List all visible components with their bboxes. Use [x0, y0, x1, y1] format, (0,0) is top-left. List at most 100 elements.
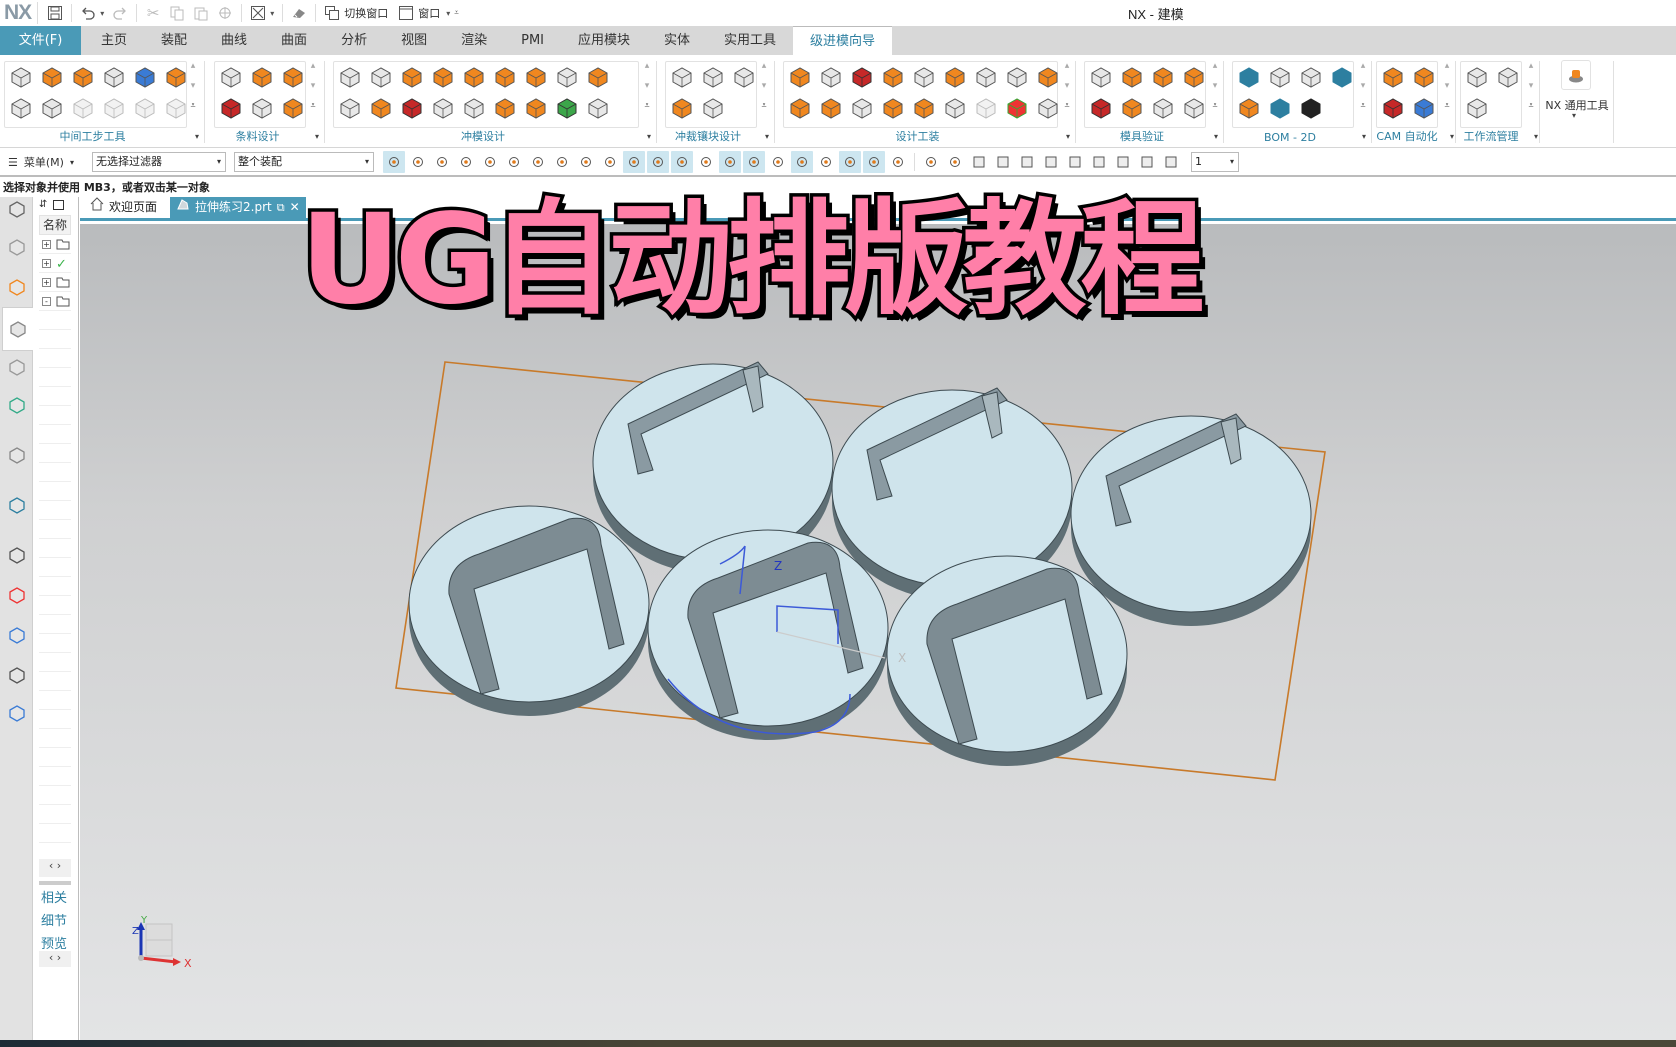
ribbon-group-nx-common-tools[interactable]: NX 通用工具 ▾ — [1540, 55, 1614, 148]
tab-file[interactable]: 文件(F) — [0, 26, 81, 55]
ribbon-command-icon[interactable] — [399, 95, 425, 121]
view-tool-button[interactable] — [1064, 151, 1086, 173]
ribbon-command-icon[interactable] — [700, 95, 726, 121]
reuse-library-icon[interactable] — [5, 355, 29, 379]
ribbon-command-icon[interactable] — [163, 95, 189, 121]
ribbon-command-icon[interactable] — [1236, 64, 1262, 90]
group-scroll-up[interactable]: ▴ — [188, 61, 198, 71]
group-scroll-down[interactable]: ▾ — [188, 81, 198, 91]
ribbon-command-icon[interactable] — [1004, 64, 1030, 90]
group-dropdown-icon[interactable]: ▾ — [1066, 132, 1070, 141]
group-dropdown-icon[interactable]: ▾ — [1362, 132, 1366, 141]
ribbon-command-icon[interactable] — [849, 64, 875, 90]
constraint-navigator-icon[interactable] — [5, 275, 29, 299]
ribbon-command-icon[interactable] — [585, 95, 611, 121]
snap-point-button[interactable] — [815, 151, 837, 173]
ribbon-command-icon[interactable] — [1088, 64, 1114, 90]
snap-point-button[interactable] — [431, 151, 453, 173]
navigator-splitter[interactable] — [39, 881, 71, 885]
paste-icon[interactable] — [190, 2, 212, 24]
paste-special-icon[interactable] — [214, 2, 236, 24]
nx-common-tools-label[interactable]: NX 通用工具 — [1540, 97, 1614, 113]
ribbon-command-icon[interactable] — [368, 64, 394, 90]
ribbon-command-icon[interactable] — [430, 64, 456, 90]
snap-point-button[interactable] — [718, 151, 741, 173]
ribbon-command-icon[interactable] — [818, 95, 844, 121]
ribbon-command-icon[interactable] — [1004, 95, 1030, 121]
ribbon-command-icon[interactable] — [1236, 95, 1262, 121]
ribbon-command-icon[interactable] — [101, 64, 127, 90]
snap-point-button[interactable] — [382, 151, 405, 173]
window-icon[interactable] — [395, 2, 417, 24]
navigator-maximize-icon[interactable] — [53, 200, 64, 210]
ribbon-command-icon[interactable] — [492, 95, 518, 121]
navigator-row[interactable]: + — [39, 235, 71, 254]
ribbon-command-icon[interactable] — [1088, 95, 1114, 121]
color-palette-icon[interactable] — [5, 583, 29, 607]
cut-icon[interactable]: ✂ — [142, 2, 164, 24]
ribbon-command-icon[interactable] — [669, 95, 695, 121]
ribbon-command-icon[interactable] — [461, 64, 487, 90]
view-tool-button[interactable] — [1112, 151, 1134, 173]
snap-point-button[interactable] — [407, 151, 429, 173]
ribbon-command-icon[interactable] — [163, 64, 189, 90]
ribbon-command-icon[interactable] — [731, 64, 757, 90]
group-more[interactable]: ⩡ — [1442, 101, 1452, 111]
ribbon-command-icon[interactable] — [700, 64, 726, 90]
ribbon-command-icon[interactable] — [1181, 64, 1207, 90]
tab-curve[interactable]: 曲线 — [204, 26, 264, 55]
snap-point-button[interactable] — [551, 151, 573, 173]
view-tool-button[interactable] — [1136, 151, 1158, 173]
ribbon-command-icon[interactable] — [218, 64, 244, 90]
snap-point-button[interactable] — [455, 151, 477, 173]
ribbon-command-icon[interactable] — [1150, 64, 1176, 90]
ribbon-command-icon[interactable] — [280, 95, 306, 121]
ribbon-command-icon[interactable] — [1298, 64, 1324, 90]
group-scroll-down[interactable]: ▾ — [1062, 81, 1072, 91]
group-scroll-down[interactable]: ▾ — [1526, 81, 1536, 91]
wcs-x-label[interactable]: X — [898, 651, 906, 665]
navigator-row[interactable]: - — [39, 292, 71, 311]
group-scroll-down[interactable]: ▾ — [1442, 81, 1452, 91]
ribbon-command-icon[interactable] — [1411, 95, 1437, 121]
nx-common-tools-icon[interactable] — [1561, 60, 1591, 90]
part-navigator-icon[interactable] — [2, 307, 33, 351]
group-more[interactable]: ⩡ — [1526, 101, 1536, 111]
ribbon-command-icon[interactable] — [101, 95, 127, 121]
ribbon-command-icon[interactable] — [880, 95, 906, 121]
view-tool-button[interactable] — [1160, 151, 1182, 173]
snap-point-button[interactable] — [670, 151, 693, 173]
ribbon-command-icon[interactable] — [249, 95, 275, 121]
switch-window-button[interactable]: 切换窗口 — [344, 5, 388, 21]
customize-qab-icon[interactable]: ⩡ — [454, 8, 459, 18]
navigator-horizontal-scroll[interactable]: ‹ › — [39, 859, 71, 877]
ribbon-command-icon[interactable] — [218, 95, 244, 121]
ribbon-command-icon[interactable] — [880, 64, 906, 90]
web-browser-icon[interactable] — [5, 493, 29, 517]
group-more[interactable]: ⩡ — [1210, 101, 1220, 111]
work-layer-select[interactable]: 1 ▾ — [1190, 152, 1239, 172]
group-dropdown-icon[interactable]: ▾ — [765, 132, 769, 141]
snap-point-button[interactable] — [790, 151, 813, 173]
ribbon-command-icon[interactable] — [554, 64, 580, 90]
tab-assembly[interactable]: 装配 — [144, 26, 204, 55]
info-icon[interactable] — [5, 443, 29, 467]
ribbon-command-icon[interactable] — [523, 64, 549, 90]
group-scroll-up[interactable]: ▴ — [1358, 61, 1368, 71]
ribbon-command-icon[interactable] — [942, 95, 968, 121]
model-scene[interactable]: ZX — [80, 224, 1676, 1040]
ribbon-command-icon[interactable] — [1181, 95, 1207, 121]
snap-point-button[interactable] — [503, 151, 525, 173]
snap-point-button[interactable] — [599, 151, 621, 173]
navigator-details-link[interactable]: 细节 — [41, 910, 67, 929]
group-scroll-up[interactable]: ▴ — [308, 61, 318, 71]
navigator-bottom-scroll[interactable]: ‹ › — [39, 951, 71, 967]
ribbon-command-icon[interactable] — [461, 95, 487, 121]
ribbon-command-icon[interactable] — [1495, 64, 1521, 90]
tab-utilities[interactable]: 实用工具 — [707, 26, 793, 55]
ribbon-command-icon[interactable] — [399, 64, 425, 90]
view-tool-button[interactable] — [1088, 151, 1110, 173]
group-scroll-up[interactable]: ▴ — [759, 61, 769, 71]
tab-progressive-die-wizard[interactable]: 级进模向导 — [793, 26, 893, 55]
selection-scope-select[interactable]: 整个装配 ▾ — [233, 152, 374, 172]
